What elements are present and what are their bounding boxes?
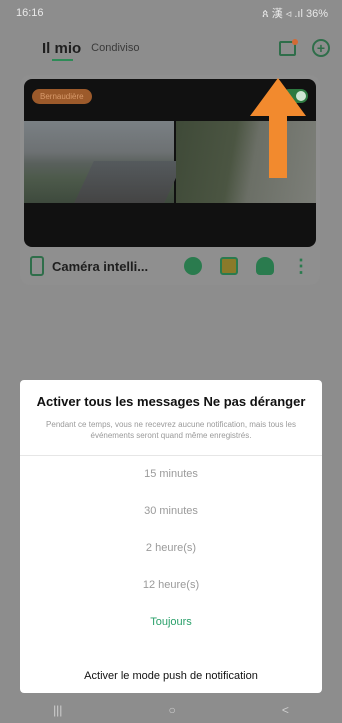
tab-mine[interactable]: Il mio (42, 40, 81, 61)
top-bar: Il mio Condiviso + (0, 30, 342, 66)
location-badge: Bernaudière (32, 89, 92, 104)
more-options-icon[interactable]: ⋮ (292, 257, 310, 275)
status-time: 16:16 (16, 7, 44, 19)
option-15-minutes[interactable]: 15 minutes (20, 456, 322, 493)
messages-icon[interactable] (279, 38, 298, 56)
cloud-icon[interactable] (256, 257, 274, 275)
camera-name[interactable]: Caméra intelli... (52, 259, 148, 274)
arrow-annotation-icon (250, 78, 306, 178)
option-2-hours[interactable]: 2 heure(s) (20, 530, 322, 567)
dnd-bottom-sheet: Activer tous les messages Ne pas dérange… (20, 380, 322, 693)
back-button[interactable]: < (282, 703, 289, 717)
status-bar: 16:16 ጰ 漢 ◃ .ıl 36% (0, 0, 342, 26)
card-actions: ⋮ (184, 257, 310, 275)
recent-apps-button[interactable]: ||| (53, 703, 62, 717)
option-always[interactable]: Toujours (20, 604, 322, 641)
option-30-minutes[interactable]: 30 minutes (20, 493, 322, 530)
gallery-icon[interactable] (220, 257, 238, 275)
camera-feed-left (24, 121, 174, 203)
status-icons: ጰ 漢 ◃ .ıl 36% (262, 8, 328, 20)
share-icon[interactable] (184, 257, 202, 275)
camera-icon (30, 256, 44, 276)
sheet-description: Pendant ce temps, vous ne recevrez aucun… (46, 420, 296, 440)
card-footer: Caméra intelli... ⋮ (20, 249, 320, 283)
system-nav-bar: ||| ○ < (0, 697, 342, 723)
add-device-icon[interactable]: + (312, 39, 330, 57)
home-button[interactable]: ○ (169, 703, 176, 717)
push-mode-button[interactable]: Activer le mode push de notification (20, 670, 322, 682)
option-12-hours[interactable]: 12 heure(s) (20, 567, 322, 604)
sheet-title: Activer tous les messages Ne pas dérange… (36, 394, 306, 409)
top-actions: + (279, 38, 330, 57)
tab-shared[interactable]: Condiviso (91, 42, 139, 54)
